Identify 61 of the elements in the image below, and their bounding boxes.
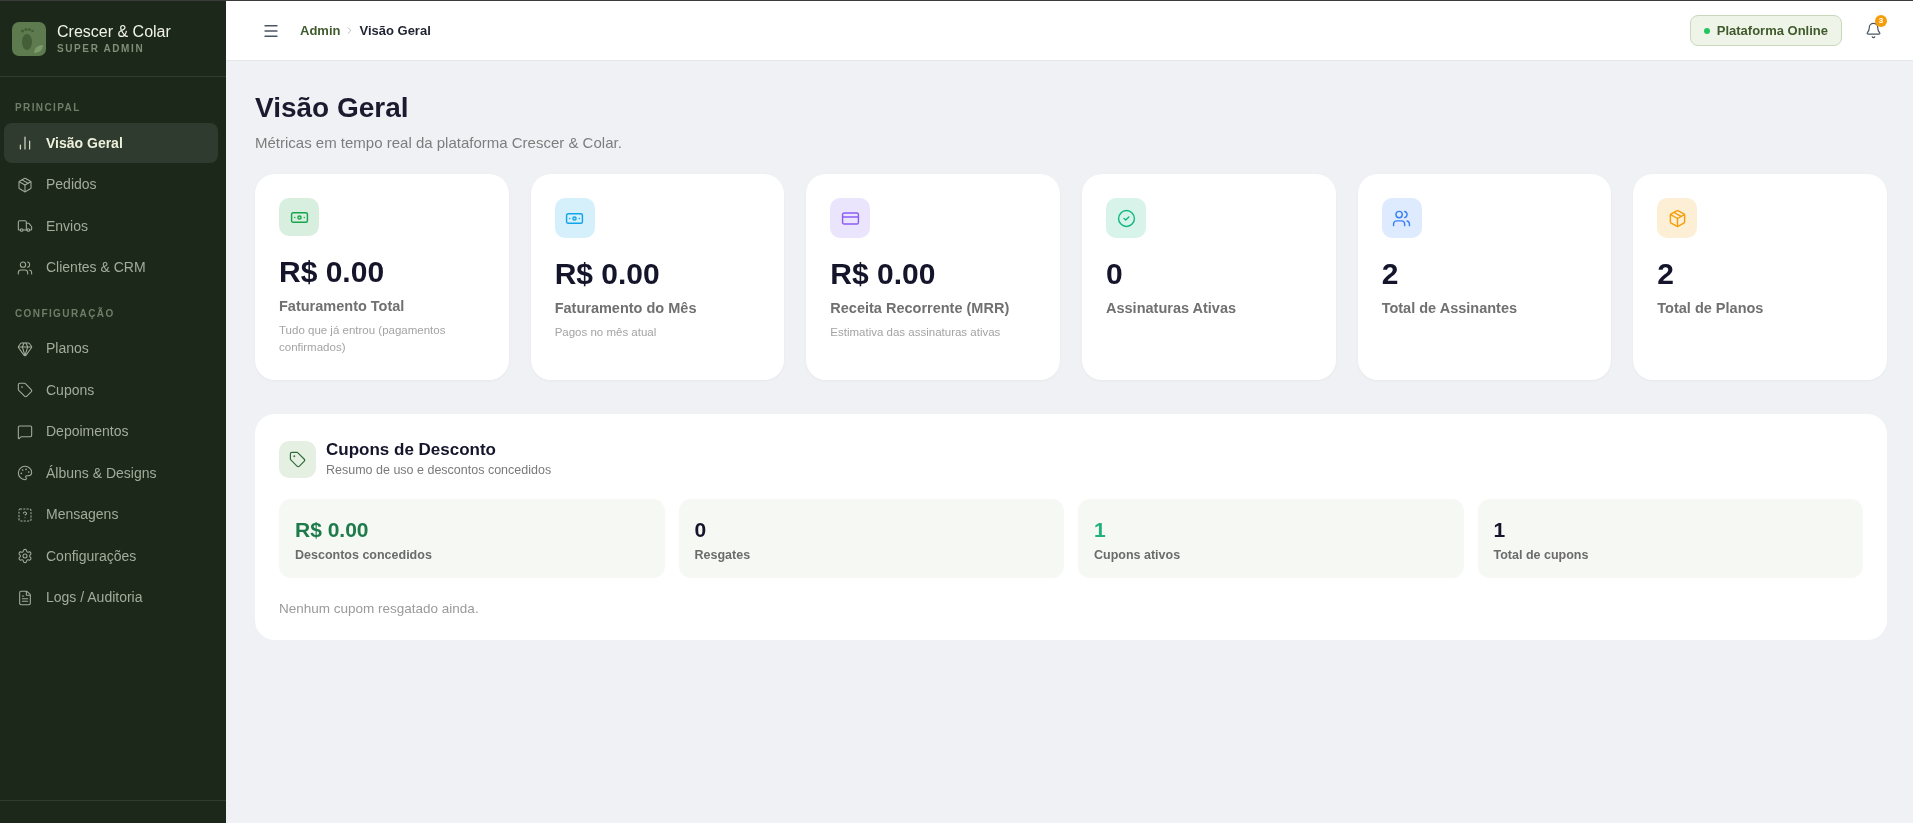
metric-value: R$ 0.00 <box>830 256 937 292</box>
notification-badge: 3 <box>1875 14 1887 27</box>
palette-icon <box>17 465 33 481</box>
nav-item[interactable]: Pedidos <box>4 164 218 205</box>
settings-icon <box>17 548 33 564</box>
metric-label: Assinaturas Ativas <box>1106 299 1238 318</box>
metric-value: R$ 0.00 <box>554 256 661 292</box>
metric-description: Pagos no mês atual <box>554 325 658 340</box>
chat-icon <box>17 423 33 440</box>
stat-label: Descontos concedidos <box>295 547 433 564</box>
help-icon <box>17 506 33 523</box>
stat-value: 1 <box>1094 517 1107 543</box>
nav-item[interactable]: Cupons <box>4 370 218 410</box>
metric-value: 2 <box>1381 256 1400 292</box>
brand-name: Crescer & Colar <box>57 21 171 42</box>
nav-item[interactable]: Configurações <box>4 536 218 576</box>
metric-label: Receita Recorrente (MRR) <box>830 299 1011 318</box>
page-subtitle: Métricas em tempo real da plataforma Crescer & Colar. <box>255 133 623 153</box>
stat-value: 1 <box>1493 517 1507 543</box>
truck-icon <box>17 218 33 234</box>
tag-icon <box>279 440 316 478</box>
section-title: Cupons de Desconto <box>326 439 497 461</box>
metric-label: Faturamento do Mês <box>554 299 698 318</box>
stat-value: R$ 0.00 <box>295 517 370 543</box>
nav-item[interactable]: Mensagens <box>4 494 218 535</box>
users-icon <box>17 259 33 276</box>
stat-label: Cupons ativos <box>1094 547 1182 564</box>
document-icon <box>17 589 33 606</box>
nav-item[interactable]: Álbuns & Designs <box>4 453 218 493</box>
nav-item[interactable]: Planos <box>4 328 218 369</box>
status-label: Plataforma Online <box>1716 21 1828 40</box>
nav-item[interactable]: Clientes & CRM <box>4 247 218 288</box>
tag-icon <box>17 382 33 398</box>
metric-label: Total de Planos <box>1657 299 1765 318</box>
metric-description: Estimativa das assinaturas ativas <box>830 325 1002 340</box>
stat-label: Total de cupons <box>1493 547 1590 564</box>
stat-value: 0 <box>694 517 708 543</box>
metric-label: Faturamento Total <box>279 297 406 316</box>
page-title: Visão Geral <box>255 91 410 125</box>
section-subtitle: Resumo de uso e descontos concedidos <box>326 462 552 479</box>
empty-message: Nenhum cupom resgatado ainda. <box>279 600 480 618</box>
nav-item[interactable]: Visão Geral <box>4 123 218 163</box>
breadcrumb-current: Visão Geral <box>359 21 431 40</box>
logo-icon <box>12 21 46 56</box>
metric-value: R$ 0.00 <box>279 254 386 290</box>
nav-item[interactable]: Envios <box>4 206 218 246</box>
metric-label: Total de Assinantes <box>1381 299 1519 318</box>
bell-icon[interactable] <box>1864 22 1882 39</box>
nav-item[interactable]: Depoimentos <box>4 411 218 452</box>
breadcrumb-link[interactable]: Admin <box>300 20 341 41</box>
box-icon <box>17 176 33 193</box>
metric-value: 2 <box>1657 256 1675 292</box>
section-label: PRINCIPAL <box>14 101 82 115</box>
stat-label: Resgates <box>694 547 752 564</box>
brand-role: SUPER ADMIN <box>57 41 146 56</box>
nav-item[interactable]: Logs / Auditoria <box>4 577 218 618</box>
gem-icon <box>17 340 33 357</box>
bar-chart-icon <box>17 135 33 151</box>
metric-description: Tudo que já entrou (pagamentos confirmados) <box>279 323 447 355</box>
metric-value: 0 <box>1106 256 1124 292</box>
section-label: CONFIGURAÇÃO <box>14 306 116 321</box>
